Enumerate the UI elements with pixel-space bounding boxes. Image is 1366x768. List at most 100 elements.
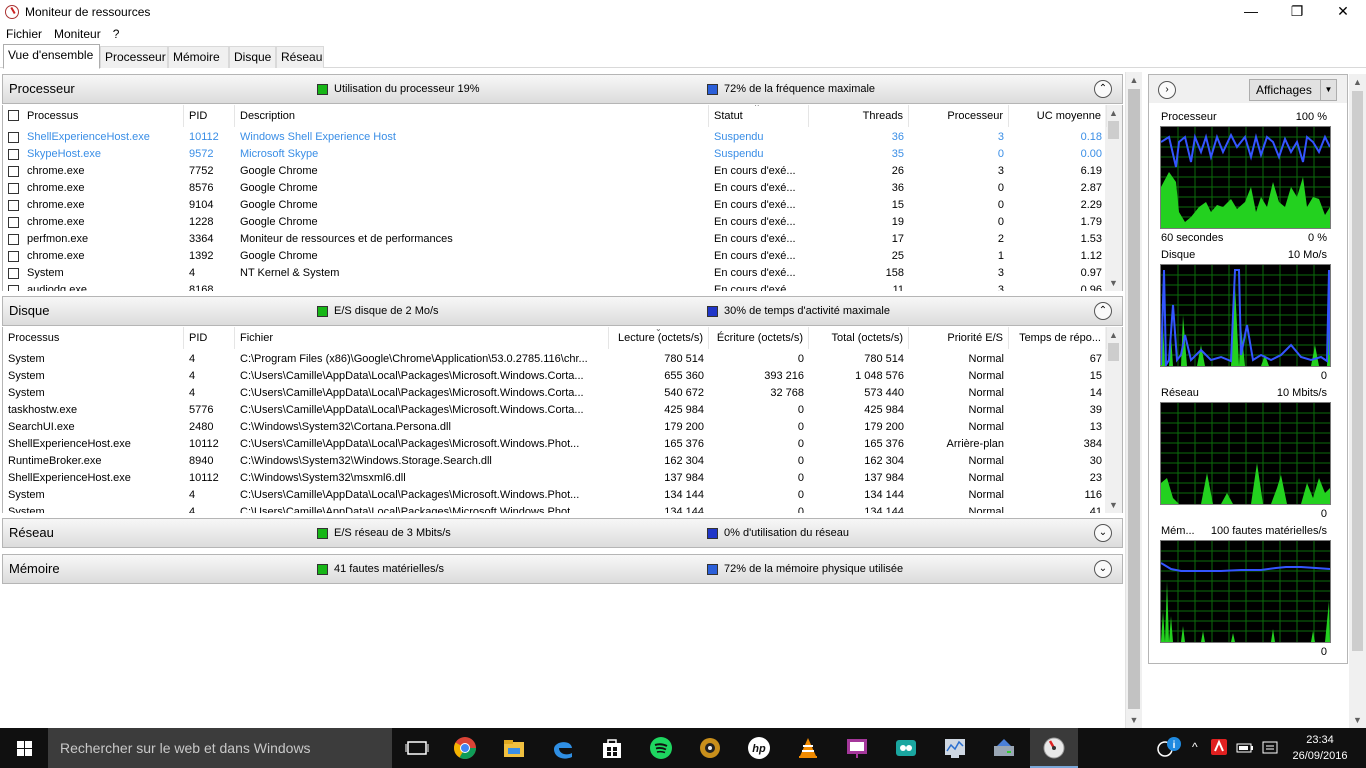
- file-explorer-icon[interactable]: [502, 736, 526, 760]
- menu-help[interactable]: ?: [107, 25, 126, 43]
- table-row[interactable]: System 4 NT Kernel & System En cours d'exé.…: [3, 265, 1107, 282]
- media-player-icon[interactable]: [698, 736, 722, 760]
- table-row[interactable]: chrome.exe 1392 Google Chrome En cours d'ex…: [3, 248, 1107, 265]
- scroll-up-icon[interactable]: ▲: [1105, 327, 1122, 343]
- table-row[interactable]: ShellExperienceHost.exe 10112 C:\Users\Cam…: [3, 436, 1107, 453]
- taskbar-search-input[interactable]: Rechercher sur le web et dans Windows: [48, 728, 392, 768]
- select-all-checkbox[interactable]: [8, 110, 19, 121]
- col-pid-header[interactable]: PID: [184, 327, 235, 349]
- scroll-thumb[interactable]: [1108, 343, 1119, 361]
- presentation-app-icon[interactable]: [845, 736, 869, 760]
- col-processus-header[interactable]: Processus: [3, 105, 184, 127]
- scroll-up-icon[interactable]: ▲: [1105, 105, 1122, 121]
- media-app-icon[interactable]: [894, 736, 918, 760]
- table-row[interactable]: chrome.exe 8576 Google Chrome En cours d'ex…: [3, 180, 1107, 197]
- views-button[interactable]: Affichages ▼: [1249, 79, 1337, 101]
- table-row[interactable]: System 4 C:\Program Files (x86)\Google\Chr…: [3, 351, 1107, 368]
- tab-reseau[interactable]: Réseau: [276, 46, 324, 68]
- col-processeur-header[interactable]: Processeur: [909, 105, 1009, 127]
- scroll-thumb[interactable]: [1108, 121, 1119, 139]
- table-row[interactable]: audiodg.exe 8168 En cours d'exé... 11 3 0.96: [3, 282, 1107, 291]
- taskbar-clock[interactable]: 23:34 26/09/2016: [1290, 732, 1350, 764]
- col-total-header[interactable]: Total (octets/s): [809, 327, 909, 349]
- table-row[interactable]: SearchUI.exe 2480 C:\Windows\System32\Cort…: [3, 419, 1107, 436]
- table-row[interactable]: chrome.exe 7752 Google Chrome En cours d'ex…: [3, 163, 1107, 180]
- table-row[interactable]: System 4 C:\Users\Camille\AppData\Local\Pa…: [3, 504, 1107, 513]
- minimize-button[interactable]: —: [1228, 0, 1274, 24]
- memory-section-header[interactable]: Mémoire 41 fautes matérielles/s 72% de l…: [2, 554, 1123, 584]
- scroll-down-icon[interactable]: ▼: [1349, 712, 1366, 728]
- tab-memoire[interactable]: Mémoire: [168, 46, 229, 68]
- store-icon[interactable]: [600, 736, 624, 760]
- restore-button[interactable]: ❐: [1274, 0, 1320, 24]
- col-pid-header[interactable]: PID: [184, 105, 235, 127]
- cpu-section-header[interactable]: Processeur Utilisation du processeur 19%…: [2, 74, 1123, 104]
- disk-table-scrollbar[interactable]: ▲ ▼: [1105, 327, 1122, 513]
- tab-disque[interactable]: Disque: [229, 46, 276, 68]
- chevron-up-icon[interactable]: ^: [1192, 740, 1198, 754]
- scroll-up-icon[interactable]: ▲: [1126, 72, 1142, 88]
- disk-section-header[interactable]: Disque E/S disque de 2 Mo/s 30% de temps…: [2, 296, 1123, 326]
- performance-monitor-icon[interactable]: [943, 736, 967, 760]
- scroll-thumb[interactable]: [1352, 91, 1363, 651]
- col-priorite-header[interactable]: Priorité E/S: [909, 327, 1009, 349]
- ecriture-cell: 393 216: [764, 370, 804, 382]
- scroll-down-icon[interactable]: ▼: [1126, 712, 1142, 728]
- task-view-icon[interactable]: [405, 736, 429, 760]
- antivirus-icon[interactable]: [1210, 738, 1228, 759]
- collapse-cpu-icon[interactable]: ⌃: [1094, 80, 1112, 98]
- close-button[interactable]: ✕: [1320, 0, 1366, 24]
- disk-cleanup-icon[interactable]: [992, 736, 1016, 760]
- total-cell: 573 440: [864, 387, 904, 399]
- col-statut-header[interactable]: Statut: [709, 105, 809, 127]
- table-row[interactable]: System 4 C:\Users\Camille\AppData\Local\Pa…: [3, 368, 1107, 385]
- expand-network-icon[interactable]: ⌄: [1094, 524, 1112, 542]
- cpu-table-scrollbar[interactable]: ▲ ▼: [1105, 105, 1122, 291]
- table-row[interactable]: taskhostw.exe 5776 C:\Users\Camille\AppDat…: [3, 402, 1107, 419]
- col-uc-moyenne-header[interactable]: UC moyenne: [1009, 105, 1107, 127]
- col-processus-header[interactable]: Processus: [3, 327, 184, 349]
- network-section-header[interactable]: Réseau E/S réseau de 3 Mbits/s 0% d'util…: [2, 518, 1123, 548]
- hp-icon[interactable]: hp: [747, 736, 771, 760]
- lecture-cell: 162 304: [664, 455, 704, 467]
- tab-vue-ensemble[interactable]: Vue d'ensemble: [3, 44, 100, 69]
- table-row[interactable]: ShellExperienceHost.exe 10112 Windows Shel…: [3, 129, 1107, 146]
- table-row[interactable]: SkypeHost.exe 9572 Microsoft Skype Suspendu…: [3, 146, 1107, 163]
- chevron-right-icon[interactable]: ›: [1158, 81, 1176, 99]
- table-row[interactable]: perfmon.exe 3364 Moniteur de ressources et…: [3, 231, 1107, 248]
- battery-icon[interactable]: [1236, 740, 1254, 759]
- col-fichier-header[interactable]: Fichier: [235, 327, 609, 349]
- scroll-down-icon[interactable]: ▼: [1105, 497, 1122, 513]
- notifications-icon[interactable]: [1262, 740, 1278, 759]
- table-row[interactable]: System 4 C:\Users\Camille\AppData\Local\Pa…: [3, 487, 1107, 504]
- graphs-scrollbar[interactable]: ▲ ▼: [1349, 74, 1366, 728]
- people-info-icon[interactable]: i: [1156, 736, 1182, 763]
- expand-memory-icon[interactable]: ⌄: [1094, 560, 1112, 578]
- chevron-down-icon[interactable]: ▼: [1320, 80, 1336, 100]
- table-row[interactable]: ShellExperienceHost.exe 10112 C:\Windows\S…: [3, 470, 1107, 487]
- table-row[interactable]: RuntimeBroker.exe 8940 C:\Windows\System32…: [3, 453, 1107, 470]
- main-scrollbar[interactable]: ▲ ▼: [1125, 72, 1142, 728]
- collapse-disk-icon[interactable]: ⌃: [1094, 302, 1112, 320]
- col-threads-header[interactable]: Threads: [809, 105, 909, 127]
- menu-fichier[interactable]: Fichier: [0, 25, 48, 43]
- memory-usage-text: 72% de la mémoire physique utilisée: [724, 563, 904, 575]
- menu-moniteur[interactable]: Moniteur: [48, 25, 107, 43]
- spotify-icon[interactable]: [649, 736, 673, 760]
- scroll-thumb[interactable]: [1128, 89, 1140, 709]
- table-row[interactable]: chrome.exe 1228 Google Chrome En cours d'ex…: [3, 214, 1107, 231]
- vlc-icon[interactable]: [796, 736, 820, 760]
- scroll-down-icon[interactable]: ▼: [1105, 275, 1122, 291]
- scroll-up-icon[interactable]: ▲: [1349, 74, 1366, 90]
- table-row[interactable]: chrome.exe 9104 Google Chrome En cours d'ex…: [3, 197, 1107, 214]
- tab-processeur[interactable]: Processeur: [100, 46, 168, 68]
- edge-icon[interactable]: [551, 736, 575, 760]
- start-button[interactable]: [0, 728, 48, 768]
- active-resource-monitor-task[interactable]: [1030, 728, 1078, 768]
- col-description-header[interactable]: Description: [235, 105, 709, 127]
- col-temps-reponse-header[interactable]: Temps de répo...: [1009, 327, 1107, 349]
- table-row[interactable]: System 4 C:\Users\Camille\AppData\Local\Pa…: [3, 385, 1107, 402]
- total-cell: 179 200: [864, 421, 904, 433]
- chrome-icon[interactable]: [453, 736, 477, 760]
- col-ecriture-header[interactable]: Écriture (octets/s): [709, 327, 809, 349]
